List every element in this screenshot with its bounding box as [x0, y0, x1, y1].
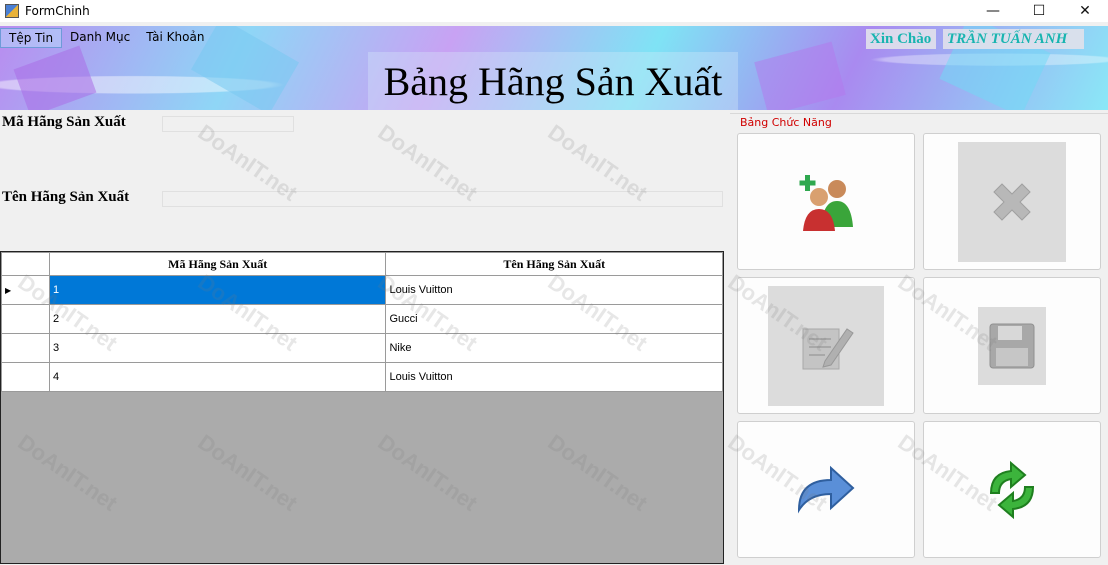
row-header-corner[interactable] [1, 252, 50, 276]
grid-header-row: Mã Hãng Sản Xuất Tên Hãng Sản Xuất [1, 252, 723, 276]
refresh-icon [989, 460, 1035, 519]
ten-hang-label: Tên Hãng Sản Xuất [2, 189, 130, 205]
cell-ten[interactable]: Louis Vuitton [385, 362, 723, 392]
ma-hang-input[interactable] [162, 116, 294, 132]
add-button[interactable] [737, 133, 915, 270]
title-bar: FormChinh — ☐ ✕ [0, 0, 1108, 22]
menu-item-tai-khoan[interactable]: Tài Khoản [138, 28, 212, 48]
table-row[interactable]: 4 Louis Vuitton [1, 362, 723, 392]
page-title: Bảng Hãng Sản Xuất [383, 58, 723, 104]
greeting-label: Xin Chào [866, 29, 936, 49]
save-floppy-icon [989, 323, 1035, 368]
page-title-box: Bảng Hãng Sản Xuất [368, 52, 738, 110]
banner-decoration [754, 41, 846, 110]
close-button[interactable]: ✕ [1062, 0, 1108, 22]
cell-ma[interactable]: 1 [48, 275, 387, 305]
refresh-button[interactable] [923, 421, 1101, 558]
back-arrow-icon [797, 465, 855, 513]
cell-ten[interactable]: Louis Vuitton [385, 275, 723, 305]
ma-hang-label: Mã Hãng Sản Xuất [2, 114, 126, 130]
cell-ma[interactable]: 3 [48, 333, 387, 363]
minimize-button[interactable]: — [970, 0, 1016, 22]
delete-x-icon [993, 182, 1031, 221]
menu-item-danh-muc[interactable]: Danh Mục [62, 28, 138, 48]
add-users-icon [799, 174, 853, 231]
table-row[interactable]: 3 Nike [1, 333, 723, 363]
menu-item-tep-tin[interactable]: Tệp Tin [0, 28, 63, 48]
edit-button[interactable] [737, 277, 915, 414]
table-row[interactable]: ▶ 1 Louis Vuitton [1, 275, 723, 305]
row-header[interactable] [1, 333, 50, 363]
cell-ten[interactable]: Gucci [385, 304, 723, 334]
save-button[interactable] [923, 277, 1101, 414]
row-header[interactable] [1, 362, 50, 392]
main-window: FormChinh — ☐ ✕ Tệp Tin Danh Mục Tài Kho… [0, 0, 1108, 565]
save-button-face [978, 306, 1046, 385]
menu-bar: Tệp Tin Danh Mục Tài Khoản [0, 28, 212, 48]
current-row-marker-icon: ▶ [5, 286, 12, 295]
column-header-ma[interactable]: Mã Hãng Sản Xuất [48, 252, 387, 276]
app-icon [5, 4, 19, 18]
delete-button[interactable] [923, 133, 1101, 270]
delete-button-face [958, 141, 1066, 262]
back-button[interactable] [737, 421, 915, 558]
cell-ma[interactable]: 4 [48, 362, 387, 392]
grid-table: Mã Hãng Sản Xuất Tên Hãng Sản Xuất ▶ 1 L… [1, 252, 723, 392]
function-panel-label: Bảng Chức Năng [738, 116, 834, 129]
function-panel: Bảng Chức Năng [730, 113, 1108, 565]
row-header[interactable]: ▶ [1, 275, 50, 305]
table-row[interactable]: 2 Gucci [1, 304, 723, 334]
cell-ma[interactable]: 2 [48, 304, 387, 334]
cell-ten[interactable]: Nike [385, 333, 723, 363]
edit-button-face [768, 285, 884, 406]
column-header-ten[interactable]: Tên Hãng Sản Xuất [385, 252, 723, 276]
user-name-label: TRẦN TUẤN ANH [943, 29, 1084, 49]
ten-hang-input[interactable] [162, 191, 723, 207]
data-grid: Mã Hãng Sản Xuất Tên Hãng Sản Xuất ▶ 1 L… [0, 251, 724, 564]
edit-pencil-icon [802, 327, 854, 369]
window-title: FormChinh [25, 4, 90, 18]
maximize-button[interactable]: ☐ [1016, 0, 1062, 22]
banner-decoration [13, 45, 97, 110]
row-header[interactable] [1, 304, 50, 334]
